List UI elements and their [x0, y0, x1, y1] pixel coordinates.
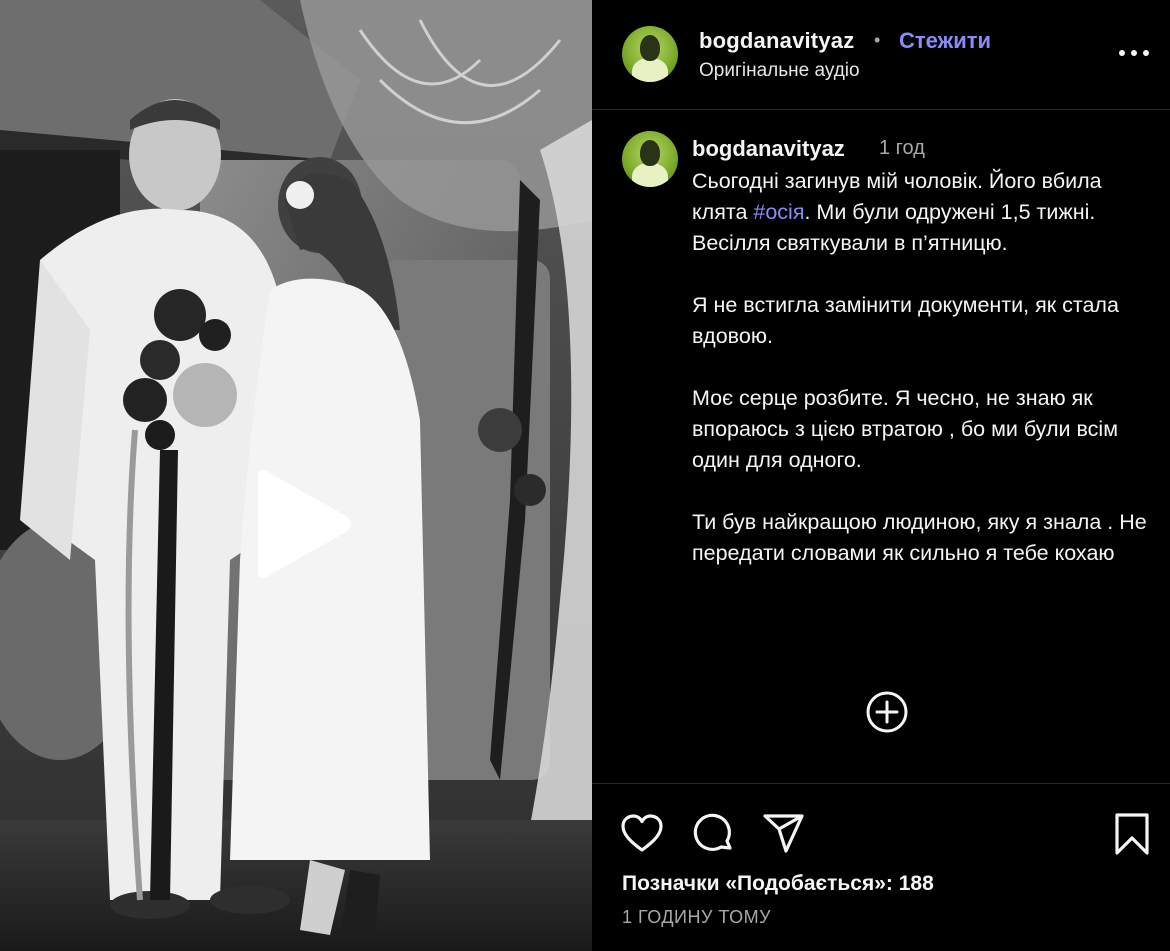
avatar[interactable] — [622, 26, 678, 82]
avatar-face — [640, 35, 660, 61]
avatar-face — [640, 140, 660, 166]
comment-icon[interactable] — [692, 812, 736, 856]
avatar-body — [632, 58, 668, 82]
send-icon[interactable] — [762, 812, 806, 854]
post-header: bogdanavityaz • Стежити Оригінальне ауді… — [592, 0, 1170, 110]
likes-count[interactable]: Позначки «Подобається»: 188 — [622, 872, 934, 896]
hashtag-link[interactable]: #осія — [753, 200, 804, 224]
caption-text: Сьогодні загинув мій чоловік. Його вбила… — [692, 166, 1152, 600]
caption-paragraph-2: Я не встигла замінити документи, як стал… — [692, 293, 1119, 348]
post-panel: bogdanavityaz • Стежити Оригінальне ауді… — [592, 0, 1170, 951]
avatar-body — [632, 163, 668, 187]
follow-button[interactable]: Стежити — [899, 28, 991, 54]
audio-link[interactable]: Оригінальне аудіо — [699, 60, 860, 82]
heart-icon[interactable] — [620, 814, 664, 854]
caption-avatar[interactable] — [622, 131, 678, 187]
caption-paragraph-3: Моє серце розбите. Я чесно, не знаю як в… — [692, 386, 1118, 472]
username-link[interactable]: bogdanavityaz — [699, 28, 854, 54]
more-horizontal-icon[interactable] — [1116, 38, 1152, 68]
play-icon[interactable] — [246, 466, 356, 582]
post-time-ago[interactable]: 1 ГОДИНУ ТОМУ — [622, 907, 771, 928]
post-media[interactable] — [0, 0, 592, 951]
caption-username[interactable]: bogdanavityaz — [692, 136, 845, 162]
post-actions: Позначки «Подобається»: 188 1 ГОДИНУ ТОМ… — [592, 783, 1170, 951]
caption-timestamp[interactable]: 1 год — [879, 137, 925, 160]
bookmark-icon[interactable] — [1112, 812, 1152, 856]
caption-paragraph-1: Сьогодні загинув мій чоловік. Його вбила… — [692, 166, 1152, 259]
separator-dot: • — [874, 30, 881, 50]
plus-circle-icon[interactable] — [865, 690, 909, 734]
caption-paragraph-4: Ти був найкращою людиною, яку я знала . … — [692, 510, 1147, 565]
